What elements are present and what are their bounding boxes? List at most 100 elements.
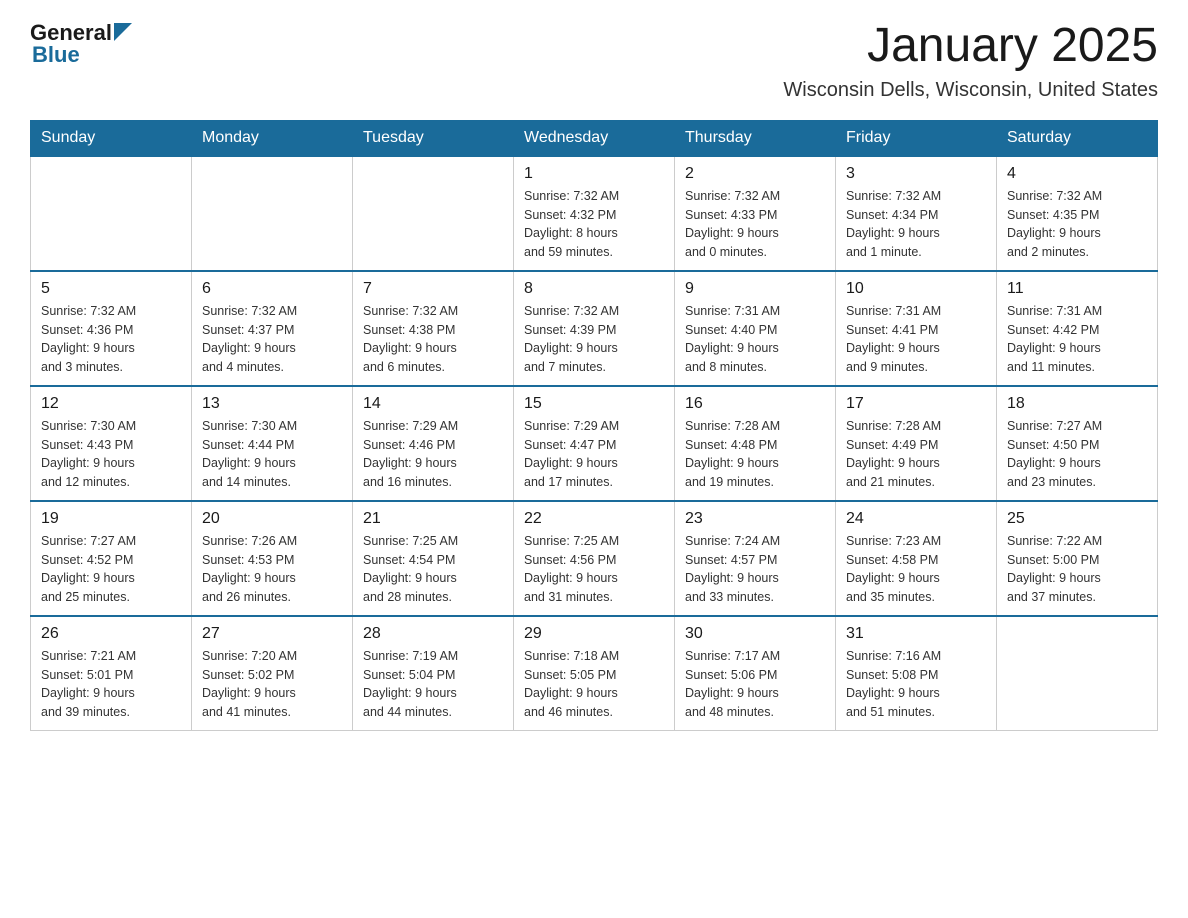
day-info: Sunrise: 7:32 AMSunset: 4:39 PMDaylight:… <box>524 302 664 377</box>
day-info: Sunrise: 7:28 AMSunset: 4:49 PMDaylight:… <box>846 417 986 492</box>
calendar-cell: 31 Sunrise: 7:16 AMSunset: 5:08 PMDayligh… <box>836 616 997 731</box>
calendar-cell: 20 Sunrise: 7:26 AMSunset: 4:53 PMDayligh… <box>192 501 353 616</box>
day-number: 3 <box>846 165 986 183</box>
day-info: Sunrise: 7:32 AMSunset: 4:35 PMDaylight:… <box>1007 187 1147 262</box>
day-number: 10 <box>846 280 986 298</box>
calendar-header-thursday: Thursday <box>675 120 836 156</box>
day-number: 17 <box>846 395 986 413</box>
day-info: Sunrise: 7:31 AMSunset: 4:42 PMDaylight:… <box>1007 302 1147 377</box>
calendar-cell: 29 Sunrise: 7:18 AMSunset: 5:05 PMDayligh… <box>514 616 675 731</box>
calendar-cell: 17 Sunrise: 7:28 AMSunset: 4:49 PMDayligh… <box>836 386 997 501</box>
logo-blue-text: Blue <box>32 42 80 68</box>
calendar-cell: 4 Sunrise: 7:32 AMSunset: 4:35 PMDaylight… <box>997 156 1158 271</box>
day-info: Sunrise: 7:21 AMSunset: 5:01 PMDaylight:… <box>41 647 181 722</box>
calendar-cell: 25 Sunrise: 7:22 AMSunset: 5:00 PMDayligh… <box>997 501 1158 616</box>
calendar-header-sunday: Sunday <box>31 120 192 156</box>
calendar-cell: 12Sunrise: 7:30 AMSunset: 4:43 PMDayligh… <box>31 386 192 501</box>
calendar-cell <box>997 616 1158 731</box>
day-info: Sunrise: 7:23 AMSunset: 4:58 PMDaylight:… <box>846 532 986 607</box>
day-info: Sunrise: 7:25 AMSunset: 4:54 PMDaylight:… <box>363 532 503 607</box>
day-number: 18 <box>1007 395 1147 413</box>
calendar-subtitle: Wisconsin Dells, Wisconsin, United State… <box>783 79 1158 102</box>
day-info: Sunrise: 7:27 AMSunset: 4:50 PMDaylight:… <box>1007 417 1147 492</box>
week-row-2: 5 Sunrise: 7:32 AMSunset: 4:36 PMDaylight… <box>31 271 1158 386</box>
day-number: 27 <box>202 625 342 643</box>
week-row-3: 12Sunrise: 7:30 AMSunset: 4:43 PMDayligh… <box>31 386 1158 501</box>
calendar-cell: 2 Sunrise: 7:32 AMSunset: 4:33 PMDaylight… <box>675 156 836 271</box>
calendar-header-row: SundayMondayTuesdayWednesdayThursdayFrid… <box>31 120 1158 156</box>
day-info: Sunrise: 7:32 AMSunset: 4:38 PMDaylight:… <box>363 302 503 377</box>
day-number: 16 <box>685 395 825 413</box>
day-number: 4 <box>1007 165 1147 183</box>
day-info: Sunrise: 7:17 AMSunset: 5:06 PMDaylight:… <box>685 647 825 722</box>
week-row-5: 26 Sunrise: 7:21 AMSunset: 5:01 PMDayligh… <box>31 616 1158 731</box>
day-number: 6 <box>202 280 342 298</box>
week-row-1: 1 Sunrise: 7:32 AMSunset: 4:32 PMDaylight… <box>31 156 1158 271</box>
day-number: 28 <box>363 625 503 643</box>
calendar-cell: 10 Sunrise: 7:31 AMSunset: 4:41 PMDayligh… <box>836 271 997 386</box>
calendar-cell: 22 Sunrise: 7:25 AMSunset: 4:56 PMDayligh… <box>514 501 675 616</box>
calendar-table: SundayMondayTuesdayWednesdayThursdayFrid… <box>30 120 1158 731</box>
day-info: Sunrise: 7:31 AMSunset: 4:41 PMDaylight:… <box>846 302 986 377</box>
calendar-cell: 21 Sunrise: 7:25 AMSunset: 4:54 PMDayligh… <box>353 501 514 616</box>
day-info: Sunrise: 7:32 AMSunset: 4:32 PMDaylight:… <box>524 187 664 262</box>
day-number: 2 <box>685 165 825 183</box>
calendar-cell: 28 Sunrise: 7:19 AMSunset: 5:04 PMDayligh… <box>353 616 514 731</box>
day-info: Sunrise: 7:29 AMSunset: 4:46 PMDaylight:… <box>363 417 503 492</box>
logo: General Blue <box>30 20 132 68</box>
day-number: 12 <box>41 395 181 413</box>
day-info: Sunrise: 7:25 AMSunset: 4:56 PMDaylight:… <box>524 532 664 607</box>
calendar-header-monday: Monday <box>192 120 353 156</box>
day-number: 30 <box>685 625 825 643</box>
day-info: Sunrise: 7:27 AMSunset: 4:52 PMDaylight:… <box>41 532 181 607</box>
calendar-cell: 11Sunrise: 7:31 AMSunset: 4:42 PMDayligh… <box>997 271 1158 386</box>
day-number: 24 <box>846 510 986 528</box>
day-info: Sunrise: 7:28 AMSunset: 4:48 PMDaylight:… <box>685 417 825 492</box>
week-row-4: 19Sunrise: 7:27 AMSunset: 4:52 PMDayligh… <box>31 501 1158 616</box>
calendar-cell: 13Sunrise: 7:30 AMSunset: 4:44 PMDayligh… <box>192 386 353 501</box>
calendar-header-tuesday: Tuesday <box>353 120 514 156</box>
day-info: Sunrise: 7:31 AMSunset: 4:40 PMDaylight:… <box>685 302 825 377</box>
day-number: 21 <box>363 510 503 528</box>
calendar-cell: 5 Sunrise: 7:32 AMSunset: 4:36 PMDaylight… <box>31 271 192 386</box>
day-number: 14 <box>363 395 503 413</box>
calendar-cell: 15Sunrise: 7:29 AMSunset: 4:47 PMDayligh… <box>514 386 675 501</box>
day-number: 8 <box>524 280 664 298</box>
day-number: 26 <box>41 625 181 643</box>
day-info: Sunrise: 7:22 AMSunset: 5:00 PMDaylight:… <box>1007 532 1147 607</box>
day-number: 22 <box>524 510 664 528</box>
day-info: Sunrise: 7:26 AMSunset: 4:53 PMDaylight:… <box>202 532 342 607</box>
day-number: 7 <box>363 280 503 298</box>
day-info: Sunrise: 7:32 AMSunset: 4:36 PMDaylight:… <box>41 302 181 377</box>
calendar-cell <box>192 156 353 271</box>
calendar-cell: 24 Sunrise: 7:23 AMSunset: 4:58 PMDayligh… <box>836 501 997 616</box>
calendar-cell: 9Sunrise: 7:31 AMSunset: 4:40 PMDaylight… <box>675 271 836 386</box>
calendar-cell: 6Sunrise: 7:32 AMSunset: 4:37 PMDaylight… <box>192 271 353 386</box>
day-number: 20 <box>202 510 342 528</box>
day-info: Sunrise: 7:24 AMSunset: 4:57 PMDaylight:… <box>685 532 825 607</box>
day-info: Sunrise: 7:32 AMSunset: 4:34 PMDaylight:… <box>846 187 986 262</box>
day-info: Sunrise: 7:19 AMSunset: 5:04 PMDaylight:… <box>363 647 503 722</box>
day-info: Sunrise: 7:32 AMSunset: 4:33 PMDaylight:… <box>685 187 825 262</box>
day-info: Sunrise: 7:18 AMSunset: 5:05 PMDaylight:… <box>524 647 664 722</box>
page-header: General Blue January 2025 Wisconsin Dell… <box>30 20 1158 102</box>
calendar-cell: 16 Sunrise: 7:28 AMSunset: 4:48 PMDayligh… <box>675 386 836 501</box>
calendar-header-saturday: Saturday <box>997 120 1158 156</box>
calendar-cell <box>353 156 514 271</box>
day-info: Sunrise: 7:29 AMSunset: 4:47 PMDaylight:… <box>524 417 664 492</box>
calendar-cell: 8 Sunrise: 7:32 AMSunset: 4:39 PMDaylight… <box>514 271 675 386</box>
day-info: Sunrise: 7:20 AMSunset: 5:02 PMDaylight:… <box>202 647 342 722</box>
calendar-cell: 19Sunrise: 7:27 AMSunset: 4:52 PMDayligh… <box>31 501 192 616</box>
calendar-cell <box>31 156 192 271</box>
day-info: Sunrise: 7:16 AMSunset: 5:08 PMDaylight:… <box>846 647 986 722</box>
calendar-cell: 27 Sunrise: 7:20 AMSunset: 5:02 PMDayligh… <box>192 616 353 731</box>
day-info: Sunrise: 7:30 AMSunset: 4:44 PMDaylight:… <box>202 417 342 492</box>
day-number: 31 <box>846 625 986 643</box>
calendar-cell: 18 Sunrise: 7:27 AMSunset: 4:50 PMDayligh… <box>997 386 1158 501</box>
day-number: 1 <box>524 165 664 183</box>
calendar-header-wednesday: Wednesday <box>514 120 675 156</box>
day-number: 29 <box>524 625 664 643</box>
calendar-cell: 30 Sunrise: 7:17 AMSunset: 5:06 PMDayligh… <box>675 616 836 731</box>
day-number: 25 <box>1007 510 1147 528</box>
day-number: 5 <box>41 280 181 298</box>
